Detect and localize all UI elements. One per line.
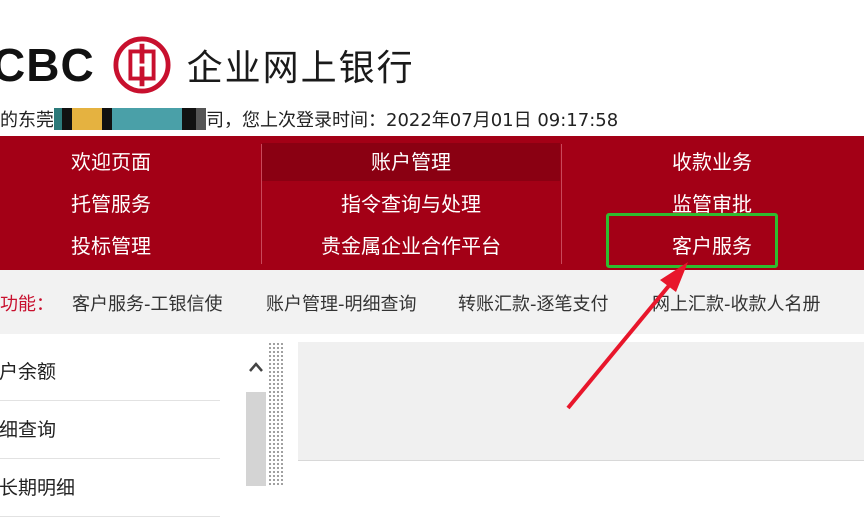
scrollbar-thumb[interactable] bbox=[246, 392, 266, 486]
side-item-balance[interactable]: 账户余额 bbox=[0, 344, 220, 401]
quick-link-single-payment[interactable]: 转账汇款-逐笔支付 bbox=[458, 290, 609, 316]
company-prefix: 的东莞 bbox=[0, 110, 54, 131]
side-item-detail-query[interactable]: 明细查询 bbox=[0, 402, 220, 459]
content-divider bbox=[298, 460, 864, 461]
quick-functions-bar: 功能： 客户服务-工银信使 账户管理-明细查询 转账汇款-逐笔支付 网上汇款-收… bbox=[0, 270, 864, 334]
chevron-up-icon[interactable] bbox=[244, 358, 268, 384]
splitter-handle[interactable] bbox=[268, 342, 284, 486]
login-info: 的东莞 司，您上次登录时间：2022年07月01日 09:17:58 bbox=[0, 105, 618, 133]
redacted-block bbox=[102, 108, 112, 130]
redacted-block bbox=[72, 108, 102, 130]
side-item-long-term-detail[interactable]: 账长期明细 bbox=[0, 460, 220, 517]
redacted-block bbox=[182, 108, 196, 130]
nav-item-instruction-query[interactable]: 指令查询与处理 bbox=[262, 185, 560, 223]
brand: CBC 企业网上银行 bbox=[0, 30, 415, 100]
quick-link-payee-list[interactable]: 网上汇款-收款人名册 bbox=[652, 290, 821, 316]
side-menu: 账户余额 明细查询 账长期明细 bbox=[0, 342, 272, 517]
redacted-block bbox=[112, 108, 182, 130]
quick-link-detail-query[interactable]: 账户管理-明细查询 bbox=[266, 290, 417, 316]
login-time-text: 司，您上次登录时间：2022年07月01日 09:17:58 bbox=[206, 110, 619, 131]
redacted-block bbox=[54, 108, 62, 130]
quick-link-icbc-messenger[interactable]: 客户服务-工银信使 bbox=[72, 290, 223, 316]
brand-abbr: CBC bbox=[0, 39, 95, 91]
redacted-block bbox=[62, 108, 72, 130]
content-panel bbox=[298, 342, 864, 460]
redacted-block bbox=[196, 108, 206, 130]
nav-item-precious-metals[interactable]: 贵金属企业合作平台 bbox=[262, 227, 560, 265]
nav-item-welcome[interactable]: 欢迎页面 bbox=[0, 143, 222, 181]
nav-item-receivables[interactable]: 收款业务 bbox=[562, 143, 862, 181]
nav-item-account-management[interactable]: 账户管理 bbox=[262, 143, 560, 181]
nav-item-bidding[interactable]: 投标管理 bbox=[0, 227, 222, 265]
quick-functions-title: 功能： bbox=[0, 294, 54, 315]
nav-item-custody[interactable]: 托管服务 bbox=[0, 185, 222, 223]
icbc-logo-icon bbox=[113, 36, 171, 94]
brand-name: 企业网上银行 bbox=[186, 48, 415, 89]
customer-service-highlight bbox=[606, 213, 778, 268]
